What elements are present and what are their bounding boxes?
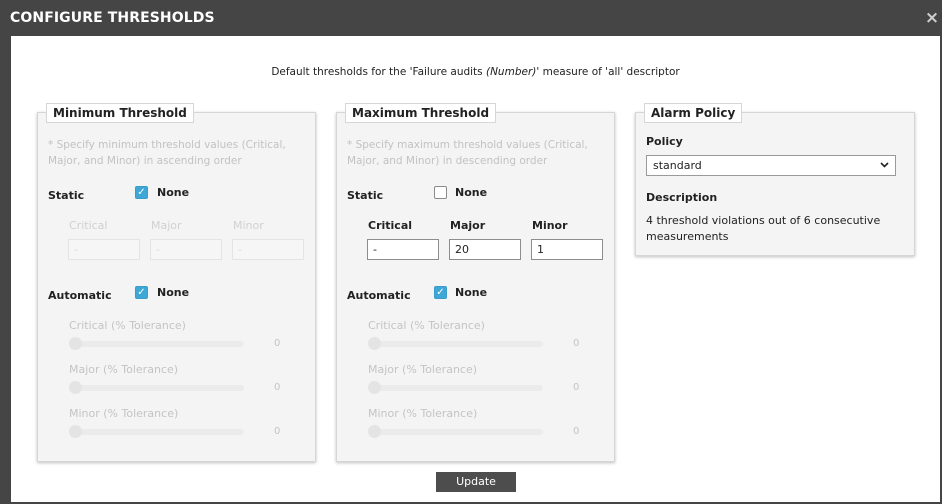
- dialog-body: Default thresholds for the 'Failure audi…: [11, 36, 940, 502]
- minimum-static-none-checkbox[interactable]: ✓: [135, 186, 148, 199]
- subtitle-measure: (Number)': [485, 66, 540, 78]
- minimum-minor-tolerance-label: Minor (% Tolerance): [69, 407, 179, 420]
- maximum-critical-tolerance-label: Critical (% Tolerance): [368, 319, 485, 332]
- minimum-critical-tolerance-label: Critical (% Tolerance): [69, 319, 186, 332]
- maximum-minor-header: Minor: [532, 219, 568, 232]
- minimum-automatic-none-label: None: [157, 286, 190, 299]
- subtitle-prefix: Default thresholds for the 'Failure audi…: [271, 66, 486, 78]
- minimum-major-tolerance-slider[interactable]: [69, 381, 244, 394]
- configure-thresholds-dialog: CONFIGURE THRESHOLDS × Default threshold…: [0, 0, 942, 504]
- slider-knob[interactable]: [69, 425, 82, 438]
- maximum-minor-tolerance-label: Minor (% Tolerance): [368, 407, 478, 420]
- maximum-major-tolerance-value: 0: [573, 382, 580, 393]
- maximum-major-input[interactable]: 20: [449, 239, 521, 260]
- maximum-automatic-none-label: None: [455, 286, 488, 299]
- maximum-static-label: Static: [347, 189, 384, 202]
- minimum-static-label: Static: [48, 189, 85, 202]
- minimum-major-input[interactable]: -: [150, 239, 222, 260]
- maximum-automatic-none-checkbox[interactable]: ✓: [434, 286, 447, 299]
- minimum-threshold-legend: Minimum Threshold: [46, 103, 194, 123]
- minimum-critical-tolerance-value: 0: [274, 338, 281, 349]
- minimum-major-header: Major: [151, 219, 182, 232]
- minimum-automatic-label: Automatic: [48, 289, 112, 302]
- maximum-major-header: Major: [450, 219, 486, 232]
- maximum-minor-input[interactable]: 1: [531, 239, 603, 260]
- maximum-threshold-panel: Maximum Threshold * Specify maximum thre…: [336, 103, 615, 462]
- maximum-static-none-label: None: [455, 186, 488, 199]
- minimum-minor-tolerance-value: 0: [274, 426, 281, 437]
- maximum-minor-tolerance-slider[interactable]: [368, 425, 543, 438]
- maximum-major-tolerance-slider[interactable]: [368, 381, 543, 394]
- minimum-minor-tolerance-slider[interactable]: [69, 425, 244, 438]
- close-icon[interactable]: ×: [924, 8, 940, 28]
- slider-knob[interactable]: [368, 381, 381, 394]
- chevron-down-icon: [880, 159, 889, 172]
- maximum-major-tolerance-label: Major (% Tolerance): [368, 363, 478, 376]
- check-icon: ✓: [137, 287, 146, 298]
- minimum-note: * Specify minimum threshold values (Crit…: [48, 139, 286, 167]
- description-text: 4 threshold violations out of 6 consecut…: [646, 214, 881, 243]
- maximum-threshold-legend: Maximum Threshold: [345, 103, 497, 123]
- minimum-static-none-label: None: [157, 186, 190, 199]
- dialog-title: CONFIGURE THRESHOLDS: [10, 10, 215, 26]
- minimum-critical-tolerance-slider[interactable]: [69, 337, 244, 350]
- minimum-major-tolerance-value: 0: [274, 382, 281, 393]
- maximum-critical-input[interactable]: -: [367, 239, 439, 260]
- minimum-minor-header: Minor: [233, 219, 264, 232]
- policy-label: Policy: [646, 135, 683, 148]
- policy-select-value: standard: [653, 159, 702, 172]
- policy-select[interactable]: standard: [646, 155, 896, 176]
- slider-knob[interactable]: [69, 337, 82, 350]
- minimum-critical-header: Critical: [69, 219, 108, 232]
- alarm-policy-panel: Alarm Policy Policy standard Description…: [635, 103, 915, 256]
- minimum-critical-input[interactable]: -: [68, 239, 140, 260]
- subtitle-suffix: measure of 'all' descriptor: [539, 66, 680, 78]
- alarm-policy-legend: Alarm Policy: [644, 103, 743, 123]
- maximum-critical-tolerance-value: 0: [573, 338, 580, 349]
- check-icon: ✓: [137, 187, 146, 198]
- slider-knob[interactable]: [368, 337, 381, 350]
- minimum-automatic-none-checkbox[interactable]: ✓: [135, 286, 148, 299]
- minimum-minor-input[interactable]: -: [232, 239, 304, 260]
- minimum-major-tolerance-label: Major (% Tolerance): [69, 363, 179, 376]
- maximum-static-none-checkbox[interactable]: [434, 186, 447, 199]
- maximum-note: * Specify maximum threshold values (Crit…: [347, 139, 588, 167]
- maximum-critical-header: Critical: [368, 219, 413, 232]
- update-button[interactable]: Update: [436, 472, 516, 492]
- check-icon: ✓: [436, 287, 445, 298]
- maximum-critical-tolerance-slider[interactable]: [368, 337, 543, 350]
- dialog-subtitle: Default thresholds for the 'Failure audi…: [11, 66, 940, 78]
- slider-knob[interactable]: [69, 381, 82, 394]
- maximum-minor-tolerance-value: 0: [573, 426, 580, 437]
- dialog-titlebar: CONFIGURE THRESHOLDS ×: [0, 0, 942, 36]
- slider-knob[interactable]: [368, 425, 381, 438]
- minimum-threshold-panel: Minimum Threshold * Specify minimum thre…: [37, 103, 316, 462]
- maximum-automatic-label: Automatic: [347, 289, 411, 302]
- description-label: Description: [646, 191, 718, 204]
